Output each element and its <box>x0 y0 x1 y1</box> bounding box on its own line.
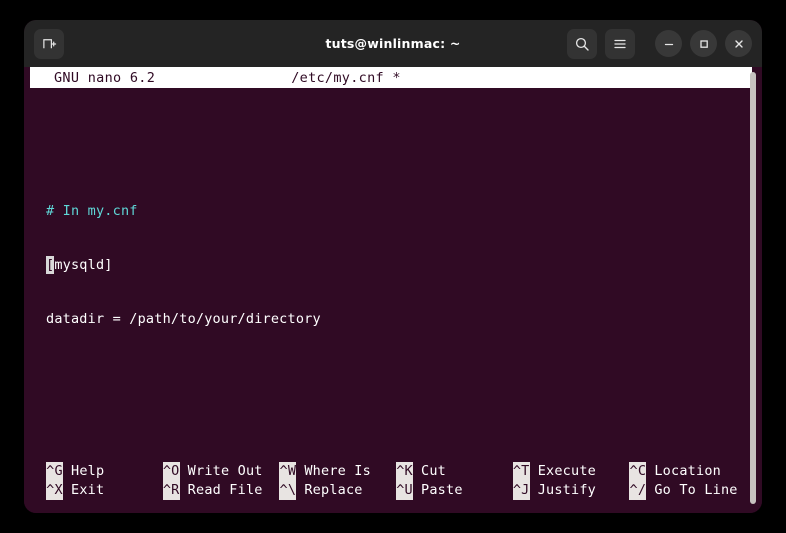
shortcut-column: ^O Write Out ^R Read File <box>162 462 280 500</box>
scrollbar-track[interactable] <box>748 67 758 513</box>
shortcut-replace[interactable]: ^\ Replace <box>279 481 396 500</box>
search-button[interactable] <box>567 28 597 59</box>
shortcut-label: Replace <box>304 482 363 498</box>
shortcut-read-file[interactable]: ^R Read File <box>162 481 280 500</box>
minimize-button[interactable] <box>655 30 682 57</box>
shortcut-key: ^/ <box>629 481 647 500</box>
hamburger-menu-icon <box>614 39 626 48</box>
shortcut-column: ^T Execute ^J Justify <box>512 462 630 500</box>
nano-title-bar: GNU nano 6.2 /etc/my.cnf * <box>30 67 752 88</box>
shortcut-label: Cut <box>421 463 446 479</box>
shortcut-cut[interactable]: ^K Cut <box>396 462 513 481</box>
close-button[interactable] <box>725 30 752 57</box>
shortcut-where-is[interactable]: ^W Where Is <box>279 462 396 481</box>
new-tab-button[interactable] <box>34 28 64 59</box>
shortcut-key: ^R <box>162 481 180 500</box>
editor-line-section: [mysqld] <box>46 256 762 283</box>
maximize-icon <box>699 39 708 48</box>
nano-shortcut-bar: ^G Help ^X Exit ^O Write Out ^R Read File ^W… <box>46 462 746 500</box>
shortcut-help[interactable]: ^G Help <box>46 462 163 481</box>
nano-text-area[interactable]: # In my.cnf [mysqld] datadir = /path/to/… <box>24 88 762 463</box>
shortcut-label: Read File <box>187 482 263 498</box>
menu-button[interactable] <box>605 28 635 59</box>
close-icon <box>734 39 743 48</box>
shortcut-label: Location <box>654 463 721 479</box>
shortcut-key: ^G <box>46 462 63 481</box>
shortcut-label: Exit <box>71 482 105 498</box>
shortcut-column: ^K Cut ^U Paste <box>396 462 513 500</box>
search-icon <box>575 37 589 51</box>
shortcut-column: ^C Location ^/ Go To Line <box>629 462 746 500</box>
nano-filename-label: /etc/my.cnf * <box>291 69 401 86</box>
titlebar-right-group <box>567 28 752 59</box>
shortcut-write-out[interactable]: ^O Write Out <box>162 462 280 481</box>
shortcut-location[interactable]: ^C Location <box>629 462 746 481</box>
shortcut-key: ^W <box>279 462 297 481</box>
shortcut-key: ^T <box>512 462 530 481</box>
window-titlebar: tuts@winlinmac: ~ <box>24 20 762 67</box>
shortcut-justify[interactable]: ^J Justify <box>512 481 630 500</box>
titlebar-left-group <box>34 28 64 59</box>
terminal-window: tuts@winlinmac: ~ GNU nano 6.2 /etc/my.c… <box>24 20 762 513</box>
shortcut-label: Go To Line <box>654 482 738 498</box>
shortcut-key: ^U <box>396 481 414 500</box>
shortcut-key: ^C <box>629 462 647 481</box>
shortcut-label: Paste <box>421 482 463 498</box>
shortcut-column: ^G Help ^X Exit <box>46 462 163 500</box>
shortcut-label: Where Is <box>304 463 371 479</box>
shortcut-label: Write Out <box>187 463 263 479</box>
shortcut-key: ^K <box>396 462 414 481</box>
shortcut-label: Execute <box>537 463 596 479</box>
minimize-icon <box>664 43 673 45</box>
nano-editor[interactable]: GNU nano 6.2 /etc/my.cnf * # In my.cnf [… <box>24 67 762 513</box>
editor-line-datadir: datadir = /path/to/your/directory <box>46 311 321 327</box>
scrollbar-thumb[interactable] <box>750 72 756 504</box>
editor-line-section-text: mysqld] <box>54 257 113 273</box>
shortcut-label: Justify <box>537 482 596 498</box>
shortcut-paste[interactable]: ^U Paste <box>396 481 513 500</box>
shortcut-key: ^\ <box>279 481 297 500</box>
shortcut-key: ^O <box>162 462 180 481</box>
shortcut-exit[interactable]: ^X Exit <box>46 481 163 500</box>
shortcut-key: ^J <box>512 481 530 500</box>
maximize-button[interactable] <box>690 30 717 57</box>
shortcut-key: ^X <box>46 481 63 500</box>
shortcut-label: Help <box>71 463 105 479</box>
editor-line-comment: # In my.cnf <box>46 203 138 219</box>
screen: tuts@winlinmac: ~ GNU nano 6.2 /etc/my.c… <box>0 0 786 533</box>
new-tab-icon <box>42 39 56 49</box>
shortcut-go-to-line[interactable]: ^/ Go To Line <box>629 481 746 500</box>
shortcut-column: ^W Where Is ^\ Replace <box>279 462 396 500</box>
shortcut-execute[interactable]: ^T Execute <box>512 462 630 481</box>
